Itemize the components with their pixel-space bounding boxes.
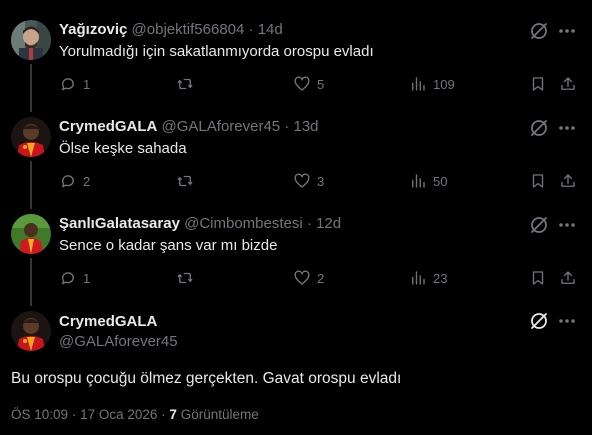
repost-button[interactable]	[176, 266, 200, 290]
tweet-header: CrymedGALA @GALAforever45 · 13d	[59, 117, 319, 137]
tweet-text: Yorulmadığı için sakatlanmıyorda orospu …	[59, 43, 374, 60]
avatar[interactable]	[11, 20, 51, 60]
reply-button[interactable]: 2	[59, 169, 90, 193]
tweet-header: ŞanlıGalatasaray @Cimbombestesi · 12d	[59, 214, 341, 234]
repost-icon	[177, 175, 193, 187]
views-count: 109	[433, 76, 455, 92]
repost-button[interactable]	[176, 169, 200, 193]
reply-count: 1	[83, 76, 91, 92]
reply-button[interactable]: 1	[59, 72, 90, 96]
grok-icon[interactable]	[528, 117, 550, 139]
focused-tweet: CrymedGALA @GALAforever45 Bu orospu çocu…	[0, 306, 592, 435]
post-time[interactable]: ÖS 10:09	[11, 407, 68, 422]
action-bar: 2 3 50	[59, 169, 579, 193]
bookmark-button[interactable]	[529, 169, 547, 193]
separator-dot: ·	[284, 118, 290, 135]
views-button[interactable]: 50	[409, 169, 447, 193]
share-icon	[561, 77, 575, 90]
views-icon	[412, 174, 425, 188]
share-icon	[561, 271, 575, 284]
views-count: 50	[433, 173, 448, 189]
tweet-text: Ölse keşke sahada	[59, 140, 187, 157]
bookmark-button[interactable]	[529, 266, 547, 290]
avatar[interactable]	[11, 117, 51, 157]
tweet-header: Yağızoviç @objektif566804 · 14d	[59, 20, 283, 40]
grok-icon[interactable]	[528, 310, 550, 332]
like-button[interactable]: 3	[293, 169, 324, 193]
display-name[interactable]: CrymedGALA	[59, 118, 157, 135]
separator-dot: ·	[71, 407, 77, 422]
separator-dot: ·	[161, 407, 166, 422]
repost-button[interactable]	[176, 72, 200, 96]
display-name[interactable]: CrymedGALA	[59, 312, 157, 332]
reply-icon	[62, 78, 74, 91]
reply-tweet[interactable]: Yağızoviç @objektif566804 · 14d Yorulmad…	[0, 0, 592, 110]
heart-icon	[294, 270, 310, 285]
timestamp[interactable]: 12d	[316, 215, 341, 232]
user-handle[interactable]: @GALAforever45	[59, 332, 178, 352]
tweet-text: Sence o kadar şans var mı bizde	[59, 237, 278, 254]
share-icon	[561, 174, 575, 187]
tweet-meta: ÖS 10:09 · 17 Oca 2026 · 7 Görüntüleme	[11, 407, 259, 422]
views-icon	[412, 271, 425, 285]
user-handle-text: @GALAforever45	[59, 333, 178, 350]
reply-icon	[62, 272, 74, 285]
reply-tweet[interactable]: CrymedGALA @GALAforever45 · 13d Ölse keş…	[0, 97, 592, 207]
timestamp[interactable]: 14d	[258, 21, 283, 38]
share-button[interactable]	[559, 72, 577, 96]
heart-icon	[294, 76, 310, 91]
tweet-text: Bu orospu çocuğu ölmez gerçekten. Gavat …	[11, 370, 402, 387]
reply-button[interactable]: 1	[59, 266, 90, 290]
post-date[interactable]: 17 Oca 2026	[80, 407, 157, 422]
display-name[interactable]: Yağızoviç	[59, 21, 127, 38]
reply-tweet[interactable]: ŞanlıGalatasaray @Cimbombestesi · 12d Se…	[0, 194, 592, 304]
display-name[interactable]: ŞanlıGalatasaray	[59, 215, 180, 232]
views-count: 7	[169, 407, 177, 422]
views-button[interactable]: 23	[409, 266, 447, 290]
action-bar: 1 2 23	[59, 266, 579, 290]
views-button[interactable]: 109	[409, 72, 455, 96]
reply-icon	[62, 175, 74, 188]
reply-count: 1	[83, 270, 91, 286]
user-handle[interactable]: @Cimbombestesi	[184, 215, 303, 232]
bookmark-icon	[532, 174, 544, 188]
more-options-icon[interactable]	[556, 310, 578, 332]
more-options-icon[interactable]	[556, 117, 578, 139]
like-button[interactable]: 2	[293, 266, 324, 290]
user-handle[interactable]: @GALAforever45	[162, 118, 281, 135]
like-count: 2	[317, 270, 325, 286]
avatar[interactable]	[11, 214, 51, 254]
action-bar: 1 5 109	[59, 72, 579, 96]
repost-icon	[177, 78, 193, 90]
share-button[interactable]	[559, 169, 577, 193]
separator-dot: ·	[248, 21, 254, 38]
bookmark-icon	[532, 77, 544, 91]
more-options-icon[interactable]	[556, 214, 578, 236]
bookmark-button[interactable]	[529, 72, 547, 96]
separator-dot: ·	[306, 215, 312, 232]
like-count: 3	[317, 173, 325, 189]
like-count: 5	[317, 76, 325, 92]
reply-count: 2	[83, 173, 91, 189]
user-handle[interactable]: @objektif566804	[132, 21, 245, 38]
repost-icon	[177, 272, 193, 284]
grok-icon[interactable]	[528, 20, 550, 42]
display-name-text: CrymedGALA	[59, 313, 158, 330]
share-button[interactable]	[559, 266, 577, 290]
heart-icon	[294, 173, 310, 188]
avatar[interactable]	[11, 311, 51, 351]
grok-icon[interactable]	[528, 214, 550, 236]
timestamp[interactable]: 13d	[294, 118, 319, 135]
like-button[interactable]: 5	[293, 72, 324, 96]
bookmark-icon	[532, 271, 544, 285]
views-icon	[412, 77, 425, 91]
views-count: 23	[433, 270, 448, 286]
more-options-icon[interactable]	[556, 20, 578, 42]
views-label: Görüntüleme	[180, 407, 259, 422]
